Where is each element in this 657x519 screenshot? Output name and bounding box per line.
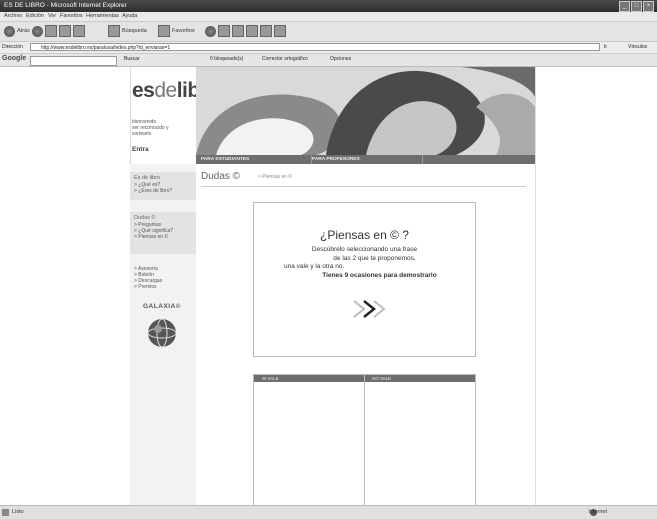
menu-favoritos[interactable]: Favoritos: [60, 13, 83, 19]
forward-arrow-icon[interactable]: [31, 25, 43, 37]
back-arrow-icon[interactable]: [4, 25, 15, 37]
sidebar-item-eres-de-libro[interactable]: > ¿Eres de libro?: [130, 188, 196, 194]
links-button[interactable]: Vínculos: [628, 44, 647, 50]
tagline-line: sortearlo: [132, 131, 152, 137]
google-options-button[interactable]: Opciones: [330, 56, 351, 62]
galaxia-badge[interactable]: GALAXIA©: [136, 301, 188, 353]
favorites-button[interactable]: Favoritos: [172, 28, 195, 34]
sidebar-heading: Dudas ©: [134, 215, 156, 221]
favorites-star-icon[interactable]: [158, 25, 170, 37]
left-margin: [0, 67, 131, 505]
address-bar: Dirección http://www.esdelibro.es/paralu…: [0, 42, 657, 54]
status-text: Listo: [12, 509, 24, 515]
page-title: Dudas ©: [201, 171, 241, 182]
google-toolbar: Google Buscar 0 bloqueado(s) Corrector o…: [0, 54, 657, 67]
answer-table: SI VALE NO VALE: [253, 374, 476, 507]
galaxia-label: GALAXIA©: [142, 303, 182, 310]
title-divider: [201, 186, 526, 187]
header-artwork: [196, 67, 535, 155]
quiz-panel: ¿Piensas en © ? Descúbrelo seleccionando…: [253, 202, 476, 357]
quiz-instructions: Descúbrelo seleccionando una frase de la…: [254, 246, 475, 280]
sidebar-item-piensas-en[interactable]: > Piensas en ©: [130, 234, 196, 240]
tab-profesores[interactable]: PARA PROFESORES: [307, 155, 423, 164]
menu-herramientas[interactable]: Herramientas: [86, 13, 119, 19]
sidebar-item-premios[interactable]: > Premios: [130, 284, 196, 290]
address-label: Dirección: [2, 44, 23, 50]
menu-edicion[interactable]: Edición: [26, 13, 44, 19]
quiz-question: ¿Piensas en © ?: [320, 228, 409, 242]
search-icon[interactable]: [108, 25, 120, 37]
history-icon[interactable]: [205, 25, 216, 37]
site-tagline: bienvenido ser reconocido y sortearlo: [132, 119, 192, 137]
go-button[interactable]: Ir: [604, 44, 607, 50]
enter-link[interactable]: Entra: [132, 146, 149, 153]
sidebar-section-esdelibro: Es de libro > ¿Qué es? > ¿Eres de libro?: [130, 172, 196, 200]
next-arrows-icon[interactable]: [350, 298, 390, 320]
home-icon[interactable]: [72, 25, 85, 37]
search-button[interactable]: Búsqueda: [122, 28, 147, 34]
column-header-no-vale: NO VALE: [372, 376, 392, 381]
sidebar-heading: Es de libro: [134, 175, 160, 181]
close-button[interactable]: ×: [643, 1, 654, 12]
sidebar-section-dudas: Dudas © > Preguntas > ¿Qué significa? > …: [130, 212, 196, 254]
page-status-icon: [2, 509, 9, 516]
google-search-input[interactable]: [30, 56, 117, 66]
spellcheck-button[interactable]: Corrector ortográfico: [262, 56, 308, 62]
google-search-button[interactable]: Buscar: [124, 56, 140, 62]
stop-icon[interactable]: [44, 25, 57, 37]
web-page: esdelibro bienvenido ser reconocido y so…: [0, 67, 657, 507]
google-logo: Google: [2, 55, 27, 62]
quiz-line: una vale y la otra no.: [284, 263, 345, 270]
menu-ayuda[interactable]: Ayuda: [122, 13, 138, 19]
address-input[interactable]: http://www.esdelibro.es/paraluxa/index.p…: [30, 43, 600, 51]
menu-ver[interactable]: Ver: [48, 13, 56, 19]
edit-icon[interactable]: [246, 25, 258, 37]
main-content: Dudas © > Piensas en © ¿Piensas en © ? D…: [196, 164, 535, 507]
window-title: ES DE LIBRO - Microsoft Internet Explore…: [4, 2, 127, 9]
logo-de: de: [154, 79, 177, 102]
tab-estudiantes[interactable]: PARA ESTUDIANTES: [196, 155, 312, 164]
no-vale-dropzone[interactable]: [365, 382, 475, 506]
back-button[interactable]: Atrás: [17, 28, 30, 34]
security-zone: Internet: [588, 509, 607, 515]
sidebar-section-links: > Asesoría > Boletín > Descargas > Premi…: [130, 266, 196, 290]
quiz-line: Tienes 9 ocasiones para demostrarlo: [322, 271, 437, 279]
sidebar: Es de libro > ¿Qué es? > ¿Eres de libro?…: [130, 164, 196, 505]
title-bar: ES DE LIBRO - Microsoft Internet Explore…: [0, 0, 657, 12]
messenger-icon[interactable]: [274, 25, 286, 37]
breadcrumb: > Piensas en ©: [258, 174, 293, 180]
quiz-line: Descúbrelo seleccionando una frase: [311, 246, 418, 253]
maximize-button[interactable]: □: [631, 1, 642, 12]
popup-blocked-button[interactable]: 0 bloqueado(s): [210, 56, 243, 62]
nav-strip: PARA ESTUDIANTES PARA PROFESORES: [196, 155, 535, 164]
quiz-line: de las 2 que te proponemos,: [333, 254, 416, 262]
minimize-button[interactable]: _: [619, 1, 630, 12]
toolbar: Atrás Búsqueda Favoritos: [0, 22, 657, 42]
column-header-si-vale: SI VALE: [262, 376, 279, 381]
menu-archivo[interactable]: Archivo: [4, 13, 22, 19]
mail-icon[interactable]: [218, 25, 230, 37]
discuss-icon[interactable]: [260, 25, 272, 37]
right-margin: [535, 67, 657, 505]
refresh-icon[interactable]: [58, 25, 71, 37]
logo-es: es: [132, 79, 155, 102]
si-vale-dropzone[interactable]: [254, 382, 364, 506]
print-icon[interactable]: [232, 25, 244, 37]
status-bar: Listo Internet: [0, 505, 657, 519]
menu-bar: Archivo Edición Ver Favoritos Herramient…: [0, 12, 657, 22]
